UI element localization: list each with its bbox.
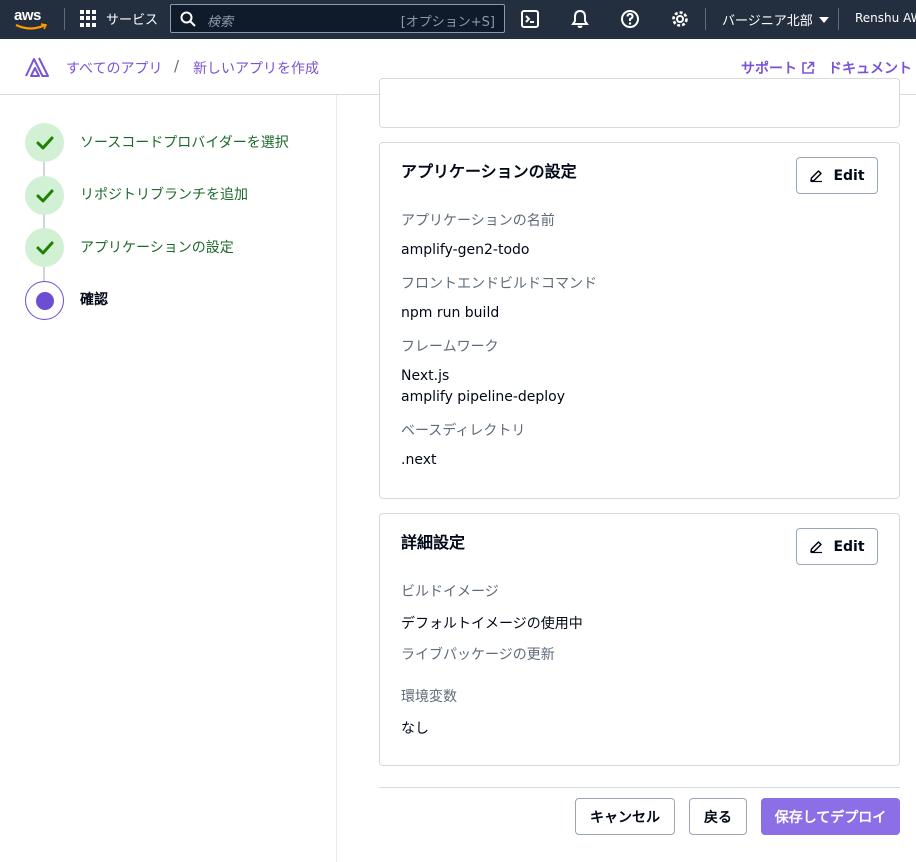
breadcrumb-separator: / bbox=[174, 57, 180, 75]
step-2-check-icon bbox=[25, 176, 64, 215]
grid-icon bbox=[80, 10, 97, 27]
step-1-check-icon bbox=[25, 123, 64, 162]
previous-section-card bbox=[379, 78, 900, 128]
step-4-label: 確認 bbox=[80, 292, 108, 308]
services-menu-button[interactable]: サービス bbox=[80, 9, 158, 28]
edit-label: Edit bbox=[833, 538, 865, 555]
aws-logo-text: aws bbox=[14, 7, 41, 24]
search-placeholder: 検索 bbox=[207, 15, 234, 30]
build-command-key: フロントエンドビルドコマンド bbox=[401, 276, 597, 292]
account-menu[interactable]: Renshu AWS bbox=[855, 11, 916, 25]
pencil-icon bbox=[810, 540, 823, 553]
build-image-value: デフォルトイメージの使用中 bbox=[401, 616, 583, 632]
amplify-logo-icon[interactable] bbox=[25, 57, 49, 77]
framework-value-1: Next.js bbox=[401, 368, 450, 384]
gear-icon[interactable] bbox=[670, 9, 690, 29]
region-label: バージニア北部 bbox=[722, 14, 813, 29]
pencil-icon bbox=[810, 169, 823, 182]
services-label: サービス bbox=[106, 13, 159, 28]
footer-divider bbox=[379, 787, 900, 788]
nav-separator bbox=[705, 8, 706, 30]
step-3-check-icon bbox=[25, 228, 64, 267]
app-name-key: アプリケーションの名前 bbox=[401, 213, 555, 229]
wizard-steps-pane: ソースコードプロバイダーを選択 リポジトリブランチを追加 アプリケーションの設定… bbox=[0, 95, 337, 862]
advanced-settings-edit-button[interactable]: Edit bbox=[796, 528, 878, 565]
search-input[interactable]: 検索 [オプション+S] bbox=[170, 4, 505, 33]
base-directory-value: .next bbox=[401, 452, 437, 468]
step-3-label[interactable]: アプリケーションの設定 bbox=[80, 237, 234, 257]
search-icon bbox=[180, 11, 196, 27]
help-icon[interactable] bbox=[620, 9, 640, 29]
advanced-settings-card: 詳細設定 Edit ビルドイメージ デフォルトイメージの使用中 ライブパッケージ… bbox=[379, 513, 900, 766]
region-selector[interactable]: バージニア北部 bbox=[722, 10, 829, 29]
live-package-key: ライブパッケージの更新 bbox=[401, 647, 555, 663]
save-and-deploy-button[interactable]: 保存してデプロイ bbox=[761, 798, 900, 835]
aws-logo[interactable]: aws bbox=[14, 5, 48, 33]
edit-label: Edit bbox=[833, 167, 865, 184]
docs-link[interactable]: ドキュメント bbox=[828, 58, 912, 78]
framework-value-2: amplify pipeline-deploy bbox=[401, 389, 566, 405]
base-directory-key: ベースディレクトリ bbox=[401, 423, 526, 439]
framework-key: フレームワーク bbox=[401, 339, 499, 355]
nav-separator bbox=[64, 8, 65, 30]
aws-smile-icon bbox=[15, 23, 47, 30]
caret-down-icon bbox=[818, 16, 829, 23]
app-settings-title: アプリケーションの設定 bbox=[401, 162, 577, 181]
back-button[interactable]: 戻る bbox=[689, 798, 747, 835]
app-name-value: amplify-gen2-todo bbox=[401, 242, 530, 258]
search-shortcut: [オプション+S] bbox=[400, 15, 495, 30]
advanced-settings-title: 詳細設定 bbox=[401, 533, 466, 552]
step-connector bbox=[43, 214, 45, 228]
support-link[interactable]: サポート bbox=[741, 58, 815, 78]
cancel-button[interactable]: キャンセル bbox=[575, 798, 675, 835]
app-settings-card: アプリケーションの設定 Edit アプリケーションの名前 amplify-gen… bbox=[379, 142, 900, 499]
build-command-value: npm run build bbox=[401, 305, 500, 321]
support-label: サポート bbox=[741, 61, 797, 77]
env-vars-key: 環境変数 bbox=[401, 689, 457, 705]
cloudshell-icon[interactable] bbox=[520, 9, 540, 29]
aws-top-nav: aws サービス 検索 [オプション+S] バージニア北部 Renshu A bbox=[0, 0, 916, 39]
docs-label: ドキュメント bbox=[828, 61, 912, 77]
step-4-current-icon bbox=[25, 281, 64, 320]
step-connector bbox=[43, 267, 45, 281]
step-2-label[interactable]: リポジトリブランチを追加 bbox=[80, 184, 248, 204]
step-connector bbox=[43, 161, 45, 176]
bell-icon[interactable] bbox=[570, 9, 590, 29]
breadcrumb-new-app[interactable]: 新しいアプリを作成 bbox=[193, 58, 319, 78]
env-vars-value: なし bbox=[401, 721, 429, 737]
breadcrumb-all-apps[interactable]: すべてのアプリ bbox=[66, 58, 162, 78]
external-link-icon bbox=[802, 61, 815, 74]
app-settings-edit-button[interactable]: Edit bbox=[796, 157, 878, 194]
build-image-key: ビルドイメージ bbox=[401, 584, 499, 600]
step-1-label[interactable]: ソースコードプロバイダーを選択 bbox=[80, 132, 289, 152]
nav-separator bbox=[838, 8, 839, 30]
